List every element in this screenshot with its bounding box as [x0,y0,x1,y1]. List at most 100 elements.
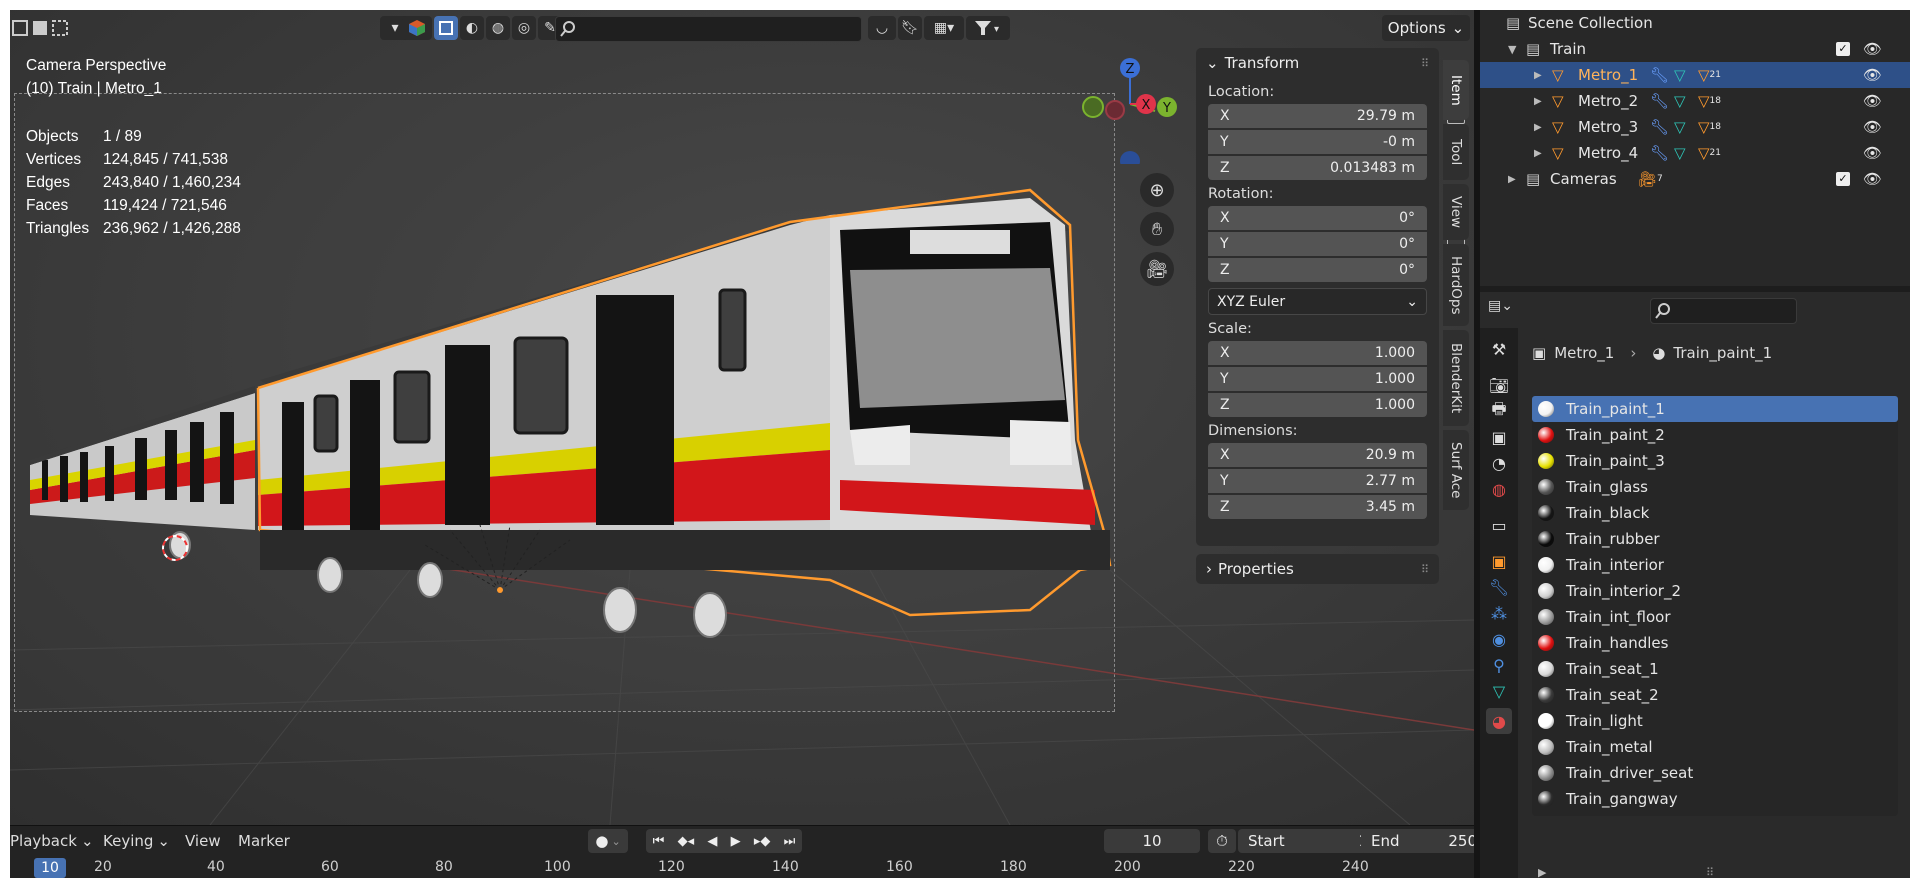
playhead-frame-badge[interactable]: 10 [34,858,66,878]
expand-arrow-icon[interactable]: ▶ [1534,122,1552,133]
tab-tool[interactable]: Tool [1443,124,1469,180]
jump-start-icon[interactable]: ⏮︎ [653,834,665,849]
scale-z-field[interactable]: Z 1.000 [1208,393,1465,417]
wrench-modifier-icon[interactable]: 🔧︎ [1650,92,1674,110]
object-icon[interactable]: ▣ [1486,548,1512,574]
material-slot-row[interactable]: Train_black [1532,500,1898,526]
current-frame-field[interactable]: 10 [1104,829,1200,853]
wrench-modifier-icon[interactable]: 🔧︎ [1650,144,1674,162]
collection-icon[interactable]: ▭ [1486,512,1512,538]
start-frame-field[interactable]: Start1 [1238,829,1378,853]
expand-arrow-icon[interactable]: ▶ [1538,866,1546,878]
expand-arrow-icon[interactable]: ▶ [1534,96,1552,107]
dimensions-z-field[interactable]: Z 3.45 m [1208,495,1427,519]
material-icon[interactable]: ▽ [1698,118,1710,136]
eye-icon[interactable]: 👁︎ [1863,170,1882,188]
modifier-wrench-icon[interactable]: 🔧︎ [1486,574,1512,600]
outliner-item-metro-3[interactable]: ▶ ▽ Metro_3 🔧︎ ▽ ▽ 18 👁︎ [1480,114,1910,140]
material-slot-row[interactable]: Train_interior_2 [1532,578,1898,604]
rotation-y-field[interactable]: Y 0° [1208,232,1465,256]
transform-header[interactable]: ⌄ Transform ⠿ [1196,48,1439,78]
tool-icon[interactable]: ⚒ [1486,336,1512,362]
wrench-modifier-icon[interactable]: 🔧︎ [1650,118,1674,136]
keying-menu[interactable]: Keying ⌄ [103,830,170,852]
rotation-x-field[interactable]: X 0° [1208,206,1465,230]
location-y-field[interactable]: Y -0 m [1208,130,1465,154]
outliner-item-metro-1[interactable]: ▶ ▽ Metro_1 🔧︎ ▽ ▽ 21 👁︎ [1480,62,1910,88]
material-slot-row[interactable]: Train_light [1532,708,1898,734]
tab-view[interactable]: View [1443,184,1469,240]
keyframe-record-button[interactable]: ● ⌄ [588,829,628,853]
collection-row-train[interactable]: ▼ ▤ Train ✓ 👁︎ [1480,36,1910,62]
end-frame-field[interactable]: End 250 [1361,829,1487,853]
properties-header[interactable]: › Properties ⠿ [1196,554,1439,584]
drag-handle-icon[interactable]: ⠿ [1421,563,1429,576]
properties-panel[interactable]: › Properties ⠿ [1196,554,1439,584]
material-slot-row[interactable]: Train_handles [1532,630,1898,656]
particles-icon[interactable]: ⁂ [1486,600,1512,626]
exclude-checkbox[interactable]: ✓ [1836,172,1850,186]
material-slot-list[interactable]: Train_paint_1 Train_paint_2 Train_paint_3 T… [1532,396,1898,816]
view-menu[interactable]: View [185,830,221,852]
eye-icon[interactable]: 👁︎ [1863,144,1882,162]
physics-icon[interactable]: ◉ [1486,626,1512,652]
collection-row-cameras[interactable]: ▶ ▤ Cameras 🎥︎ 7 ✓ 👁︎ [1480,166,1910,192]
marker-menu[interactable]: Marker [238,830,290,852]
playback-menu[interactable]: Playback ⌄ [10,830,94,852]
collapse-arrow-icon[interactable]: ▼ [1508,43,1526,56]
render-icon[interactable]: 📷︎ [1486,372,1512,398]
eye-icon[interactable]: 👁︎ [1863,92,1882,110]
pan-hand-icon[interactable]: ✋︎ [1140,212,1174,246]
mesh-data-icon[interactable]: ▽ [1674,118,1698,136]
tab-surf-ace[interactable]: Surf Ace [1443,430,1469,510]
scene-icon[interactable]: ◔ [1486,450,1512,476]
material-slot-row[interactable]: Train_paint_2 [1532,422,1898,448]
material-slot-row[interactable]: Train_gangway [1532,786,1898,812]
expand-arrow-icon[interactable]: ▶ [1534,70,1552,81]
mesh-data-icon[interactable]: ▽ [1674,144,1698,162]
material-slot-row[interactable]: Train_paint_1 [1532,396,1898,422]
play-reverse-icon[interactable]: ◀ [707,834,717,849]
editor-type-dropdown[interactable]: ▤⌄ [1488,298,1522,320]
tab-blenderkit[interactable]: BlenderKit [1443,330,1469,426]
wrench-modifier-icon[interactable]: 🔧︎ [1650,66,1674,84]
play-icon[interactable]: ▶ [731,834,741,849]
outliner-item-metro-4[interactable]: ▶ ▽ Metro_4 🔧︎ ▽ ▽ 21 👁︎ [1480,140,1910,166]
dimensions-y-field[interactable]: Y 2.77 m [1208,469,1427,493]
material-slot-row[interactable]: Train_interior [1532,552,1898,578]
material-icon[interactable]: ▽ [1698,66,1710,84]
mesh-data-icon[interactable]: ▽ [1674,66,1698,84]
3d-viewport[interactable]: ▾ ◐ ◍ ◎ ✎ ◡ 🔖︎ ▦▾ ▾ Options ⌄ Camera Per… [10,10,1474,825]
mesh-data-icon[interactable]: ▽ [1674,92,1698,110]
location-x-field[interactable]: X 29.79 m [1208,104,1465,128]
stopwatch-icon[interactable]: ⏱︎ [1208,829,1236,853]
scale-y-field[interactable]: Y 1.000 [1208,367,1465,391]
navigation-gizmo[interactable]: Z X Y [1060,54,1180,164]
material-slot-row[interactable]: Train_glass [1532,474,1898,500]
eye-icon[interactable]: 👁︎ [1863,118,1882,136]
scale-x-field[interactable]: X 1.000 [1208,341,1465,365]
material-tab-icon[interactable]: ◕ [1486,708,1512,734]
material-slot-row[interactable]: Train_rubber [1532,526,1898,552]
eye-icon[interactable]: 👁︎ [1863,66,1882,84]
world-icon[interactable]: ◍ [1486,476,1512,502]
eye-icon[interactable]: 👁︎ [1863,40,1882,58]
constraints-icon[interactable]: ⚲ [1486,652,1512,678]
material-slot-row[interactable]: Train_paint_3 [1532,448,1898,474]
rotation-z-field[interactable]: Z 0° [1208,258,1465,282]
material-slot-row[interactable]: Train_seat_1 [1532,656,1898,682]
frame-ruler[interactable]: 10 20 40 60 80 100 120 140 160 180 200 2… [10,857,1474,878]
output-icon[interactable]: 🖶︎ [1486,398,1512,424]
material-slot-row[interactable]: Train_driver_seat [1532,760,1898,786]
material-slot-row[interactable]: Train_seat_2 [1532,682,1898,708]
camera-view-icon[interactable]: 🎥︎ [1140,252,1174,286]
tab-item[interactable]: Item [1443,60,1469,120]
jump-end-icon[interactable]: ⏭︎ [784,834,796,849]
next-keyframe-icon[interactable]: ▸◆ [754,834,771,849]
drag-handle-icon[interactable]: ⠿ [1421,57,1429,70]
rotation-mode-dropdown[interactable]: XYZ Euler ⌄ [1208,288,1427,315]
timeline-editor[interactable]: Playback ⌄ Keying ⌄ View Marker ● ⌄ ⏮︎ ◆◂ ◀… [10,825,1487,878]
resize-handle-icon[interactable]: ⠿ [1706,866,1714,878]
mesh-data-icon[interactable]: ▽ [1486,678,1512,704]
properties-search-input[interactable] [1650,298,1797,324]
